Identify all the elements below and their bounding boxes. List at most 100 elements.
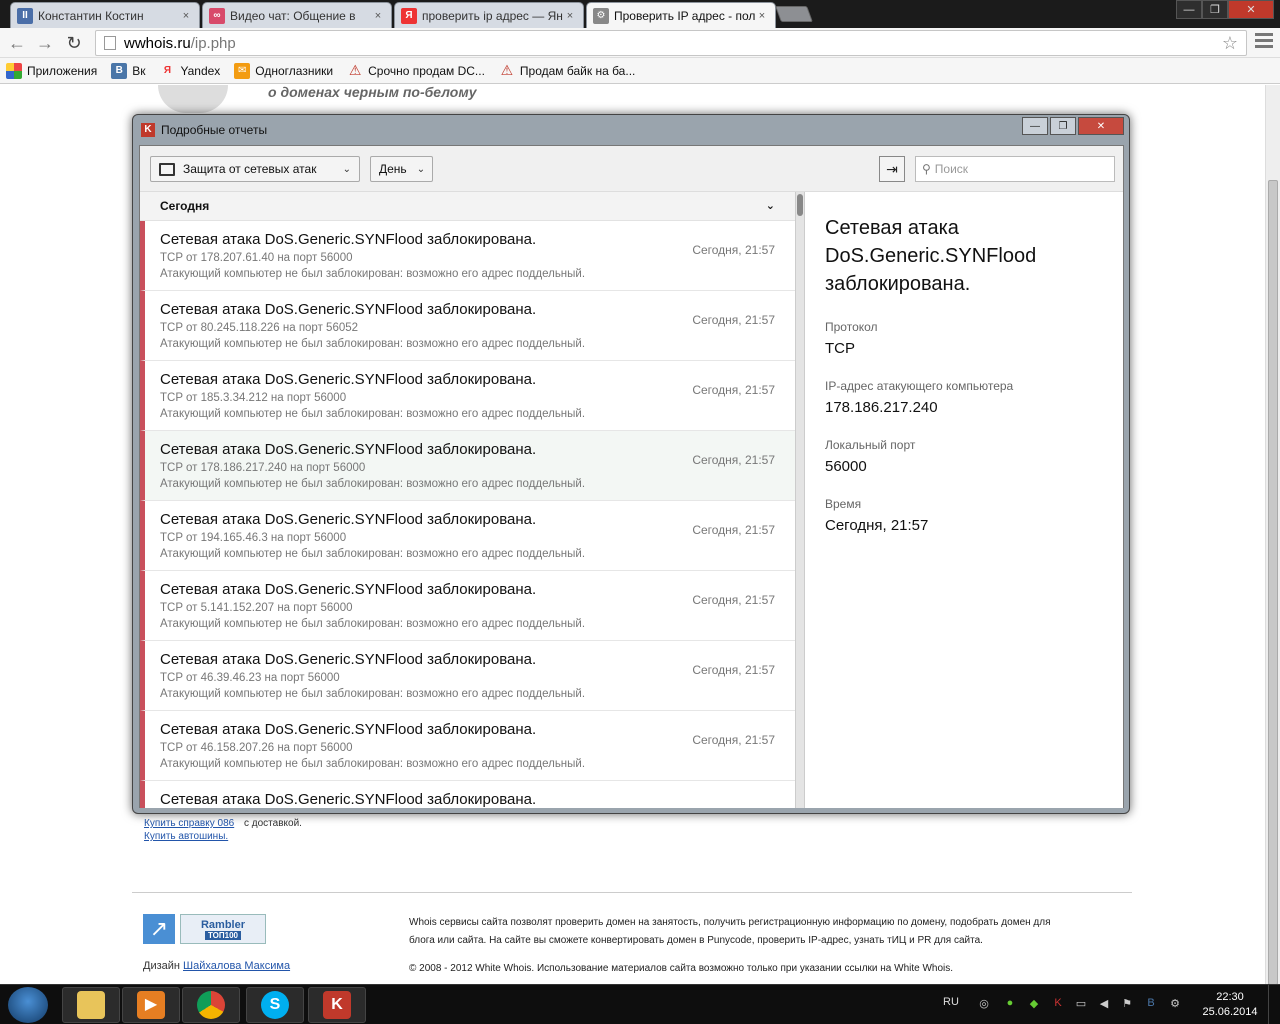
back-button[interactable]: ← (6, 32, 28, 54)
arrow-logo-icon[interactable]: ↗ (143, 914, 175, 944)
event-row[interactable]: Сетевая атака DoS.Generic.SYNFlood забло… (140, 711, 795, 781)
address-bar[interactable]: wwhois.ru/ip.php ☆ (95, 30, 1247, 56)
window-close-button[interactable]: ✕ (1228, 0, 1274, 19)
bookmark-bike[interactable]: ⚠ Продам байк на ба... (499, 62, 636, 79)
event-list-scrollbar[interactable] (795, 192, 804, 808)
steam-icon[interactable]: ◎ (977, 997, 991, 1011)
rambler-sub: ТОП100 (204, 930, 241, 940)
tab-close-icon[interactable]: × (371, 10, 385, 22)
browser-tab[interactable]: Я проверить ip адрес — Ян × (394, 2, 584, 28)
menu-icon[interactable] (1255, 33, 1273, 51)
event-time: Сегодня, 21:57 (692, 313, 775, 327)
tab-close-icon[interactable]: × (755, 10, 769, 22)
clock-date: 25.06.2014 (1202, 1006, 1258, 1018)
search-icon: ⚲ (922, 162, 931, 176)
page-scrollbar[interactable] (1265, 85, 1280, 985)
vk-icon: В (111, 62, 128, 79)
window-minimize-button[interactable]: — (1176, 0, 1202, 19)
event-row[interactable]: Сетевая атака DoS.Generic.SYNFlood забло… (140, 641, 795, 711)
event-row[interactable]: Сетевая атака DoS.Generic.SYNFlood забло… (140, 781, 795, 808)
tab-close-icon[interactable]: × (563, 10, 577, 22)
taskbar-chrome[interactable] (182, 987, 240, 1023)
bookmark-vk[interactable]: В Вк (111, 62, 145, 79)
tab-favicon-icon: Я (401, 7, 417, 24)
period-filter-value: День (379, 162, 407, 176)
kaspersky-tray-icon[interactable]: K (1051, 997, 1065, 1011)
vk-tray-icon[interactable]: В (1144, 997, 1158, 1011)
tab-favicon-icon: ∞ (209, 7, 225, 24)
language-indicator[interactable]: RU (943, 996, 959, 1008)
designer-link[interactable]: Шайхалова Максима (183, 960, 290, 972)
bookmark-star-icon[interactable]: ☆ (1222, 33, 1238, 54)
attacker-ip-label: IP-адрес атакующего компьютера (825, 379, 1014, 393)
window-maximize-button[interactable]: ❐ (1202, 0, 1228, 19)
bookmark-yandex[interactable]: Я Yandex (159, 63, 220, 79)
attacker-ip-value: 178.186.217.240 (825, 399, 938, 416)
tires-link[interactable]: Купить автошины. (144, 831, 228, 842)
taskbar-skype[interactable]: S (246, 987, 304, 1023)
page-icon (104, 36, 116, 50)
event-title: Сетевая атака DoS.Generic.SYNFlood забло… (160, 441, 537, 458)
protocol-value: TCP (825, 340, 855, 357)
reload-button[interactable]: ↻ (63, 32, 85, 54)
bookmark-apps[interactable]: Приложения (6, 62, 97, 79)
kaspersky-logo-icon: K (141, 123, 155, 137)
bookmark-dc[interactable]: ⚠ Срочно продам DC... (347, 62, 485, 79)
network-icon[interactable]: ▭ (1074, 997, 1088, 1011)
new-tab-button[interactable] (775, 6, 813, 22)
event-row[interactable]: Сетевая атака DoS.Generic.SYNFlood забло… (140, 571, 795, 641)
event-list-scrollbar-thumb[interactable] (797, 194, 803, 216)
volume-icon[interactable]: ◀ (1097, 997, 1111, 1011)
kaspersky-maximize-button[interactable]: ❐ (1050, 117, 1076, 135)
url-host: wwhois.ru (124, 34, 191, 52)
footer-text-line1: Whois сервисы сайта позволят проверить д… (409, 917, 1051, 928)
event-row[interactable]: Сетевая атака DoS.Generic.SYNFlood забло… (140, 221, 795, 291)
rambler-top100-badge[interactable]: Rambler ТОП100 (180, 914, 266, 944)
kaspersky-minimize-button[interactable]: — (1022, 117, 1048, 135)
event-row[interactable]: Сетевая атака DoS.Generic.SYNFlood забло… (140, 431, 795, 501)
tab-close-icon[interactable]: × (179, 10, 193, 22)
tab-favicon-icon: ⚙ (593, 7, 609, 24)
category-filter-dropdown[interactable]: Защита от сетевых атак ⌄ (150, 156, 360, 182)
group-header-today[interactable]: Сегодня ⌄ (140, 192, 795, 221)
kaspersky-toolbar: Защита от сетевых атак ⌄ День ⌄ ⇥ ⚲ Поис… (140, 146, 1123, 192)
event-row[interactable]: Сетевая атака DoS.Generic.SYNFlood забло… (140, 361, 795, 431)
taskbar-explorer[interactable] (62, 987, 120, 1023)
event-title: Сетевая атака DoS.Generic.SYNFlood забло… (160, 791, 537, 808)
mail-icon: ✉ (234, 62, 251, 79)
page-scrollbar-thumb[interactable] (1268, 180, 1278, 985)
warning-icon: ⚠ (348, 62, 362, 78)
browser-tab[interactable]: II Константин Костин × (10, 2, 200, 28)
forward-button[interactable]: → (34, 32, 56, 54)
start-button[interactable] (8, 987, 48, 1023)
bookmark-odnoglazniki[interactable]: ✉ Одноглазники (234, 62, 333, 79)
event-row[interactable]: Сетевая атака DoS.Generic.SYNFlood забло… (140, 291, 795, 361)
show-desktop-button[interactable] (1268, 985, 1280, 1024)
rambler-title: Rambler (200, 918, 246, 931)
browser-toolbar: ← → ↻ wwhois.ru/ip.php ☆ (0, 28, 1280, 58)
tray-green-icon[interactable]: ◆ (1027, 997, 1041, 1011)
taskbar-kaspersky[interactable]: K (308, 987, 366, 1023)
event-note: Атакующий компьютер не был заблокирован:… (160, 548, 586, 560)
browser-tab-active[interactable]: ⚙ Проверить IP адрес - пол × (586, 2, 776, 28)
event-row[interactable]: Сетевая атака DoS.Generic.SYNFlood забло… (140, 501, 795, 571)
flag-icon[interactable]: ⚑ (1120, 997, 1134, 1011)
tray-misc-icon[interactable]: ⚙ (1168, 997, 1182, 1011)
event-connection: TCP от 5.141.152.207 на порт 56000 (160, 602, 353, 614)
export-button[interactable]: ⇥ (879, 156, 905, 182)
browser-tab[interactable]: ∞ Видео чат: Общение в × (202, 2, 392, 28)
kaspersky-titlebar[interactable]: K Подробные отчеты (133, 115, 1129, 145)
kaspersky-close-button[interactable]: ✕ (1078, 117, 1124, 135)
search-input[interactable]: ⚲ Поиск (915, 156, 1115, 182)
taskbar-media-player[interactable]: ▶ (122, 987, 180, 1023)
event-time: Сегодня, 21:57 (692, 383, 775, 397)
time-label: Время (825, 497, 862, 511)
buy-086-link[interactable]: Купить справку 086 (144, 818, 234, 829)
period-filter-dropdown[interactable]: День ⌄ (370, 156, 433, 182)
event-note: Атакующий компьютер не был заблокирован:… (160, 688, 586, 700)
system-clock[interactable]: 22:30 25.06.2014 (1197, 990, 1263, 1020)
event-time: Сегодня, 21:57 (692, 733, 775, 747)
browser-tab-strip: II Константин Костин × ∞ Видео чат: Обще… (0, 0, 1280, 28)
chevron-down-icon: ⌄ (416, 163, 426, 175)
tray-app-icon[interactable]: ● (1003, 997, 1017, 1011)
